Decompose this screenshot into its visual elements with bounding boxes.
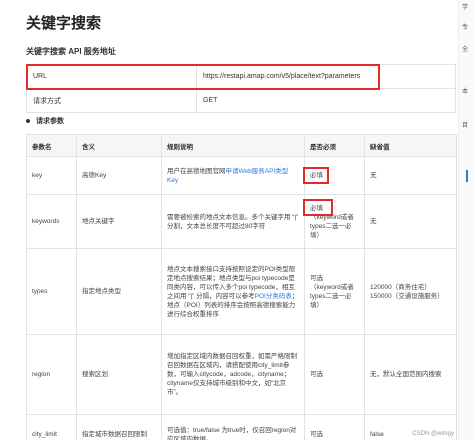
params-title-text: 请求参数 [36, 118, 64, 125]
keywords-required-highlight-box [303, 199, 333, 216]
page-title: 关键字搜索 [26, 15, 102, 32]
param-meaning: 搜索区划 [76, 334, 162, 415]
param-rule: 可选值：true/false 为true时，仅召回region对应区域内数据。 [161, 414, 305, 440]
table-row: 请求方式 GET [26, 88, 456, 113]
table-header-row: 参数名 含义 规则说明 是否必须 缺省值 [26, 134, 457, 157]
param-name: keywords [26, 194, 77, 249]
right-panel-item[interactable]: 本 [462, 86, 468, 95]
table-row: city_limit 指定城市数据召回限制 可选值：true/false 为tr… [26, 414, 457, 440]
params-table: 参数名 含义 规则说明 是否必须 缺省值 key 高德Key 用户在高德地图官网… [26, 134, 457, 440]
required-note: （keyword或者types二选一必填） [310, 283, 354, 309]
method-key-cell: 请求方式 [26, 88, 197, 113]
param-default: 无，默认全国范围内搜索 [364, 334, 457, 415]
section-subtitle: 关键字搜索 API 服务地址 [26, 47, 116, 56]
header-name: 参数名 [26, 134, 77, 157]
right-panel-item[interactable]: 目 [462, 120, 468, 129]
param-default: 无 [364, 194, 457, 249]
param-required: 可选 [304, 334, 365, 415]
param-default: 无 [364, 156, 457, 195]
table-row: key 高德Key 用户在高德地图官网申请Web服务API类型Key 必填 无 [26, 156, 457, 195]
url-highlight-box [26, 64, 380, 90]
right-side-panel: 学 专 全 本 目 [458, 0, 474, 440]
param-meaning: 地点关键字 [76, 194, 162, 249]
key-required-highlight-box [303, 167, 329, 184]
required-value: 可选 [310, 274, 323, 282]
right-panel-item[interactable]: 全 [462, 44, 468, 53]
param-meaning: 指定城市数据召回限制 [76, 414, 162, 440]
toc-active-indicator [466, 170, 468, 182]
params-section-title: 请求参数 [26, 116, 64, 126]
param-name: region [26, 334, 77, 415]
param-meaning: 高德Key [76, 156, 162, 195]
param-meaning: 指定地点类型 [76, 248, 162, 335]
table-row: types 指定地点类型 地点文本搜索接口支持按照设定的POI类型限定地点搜索结… [26, 248, 457, 335]
poi-code-link[interactable]: POI分类码表 [255, 293, 292, 300]
param-rule: 地点文本搜索接口支持按照设定的POI类型限定地点搜索结果；地点类型与poi ty… [161, 248, 305, 335]
doc-page: 关键字搜索 关键字搜索 API 服务地址 URL https://restapi… [0, 0, 474, 440]
header-default: 缺省值 [364, 134, 457, 157]
method-value-cell: GET [196, 88, 456, 113]
table-row: keywords 地点关键字 需要被检索的地点文本信息。多个关键字用 “|” 分… [26, 194, 457, 249]
param-rule: 增加指定区域内数据召回权重，如需严格限制召回数据在区域内，请搭配使用city_l… [161, 334, 305, 415]
required-note: （keyword或者types二选一必填） [310, 213, 354, 239]
param-default: 120000（商务住宅）150000（交通设施服务） [364, 248, 457, 335]
header-required: 是否必须 [304, 134, 365, 157]
param-required: 可选 [304, 414, 365, 440]
param-rule: 用户在高德地图官网申请Web服务API类型Key [161, 156, 305, 195]
right-panel-item[interactable]: 学 [462, 2, 468, 11]
param-required: 可选 （keyword或者types二选一必填） [304, 248, 365, 335]
right-panel-item[interactable]: 专 [462, 22, 468, 31]
watermark: CSDN @wimgy [410, 431, 456, 437]
rule-text: 用户在高德地图官网 [167, 167, 226, 175]
header-rule: 规则说明 [161, 134, 305, 157]
table-row: region 搜索区划 增加指定区域内数据召回权重，如需严格限制召回数据在区域内… [26, 334, 457, 415]
param-name: city_limit [26, 414, 77, 440]
param-name: types [26, 248, 77, 335]
bullet-icon [26, 119, 30, 124]
header-meaning: 含义 [76, 134, 162, 157]
param-rule: 需要被检索的地点文本信息。多个关键字用 “|” 分割，文本总长度不可超过80字符 [161, 194, 305, 249]
param-name: key [26, 156, 77, 195]
